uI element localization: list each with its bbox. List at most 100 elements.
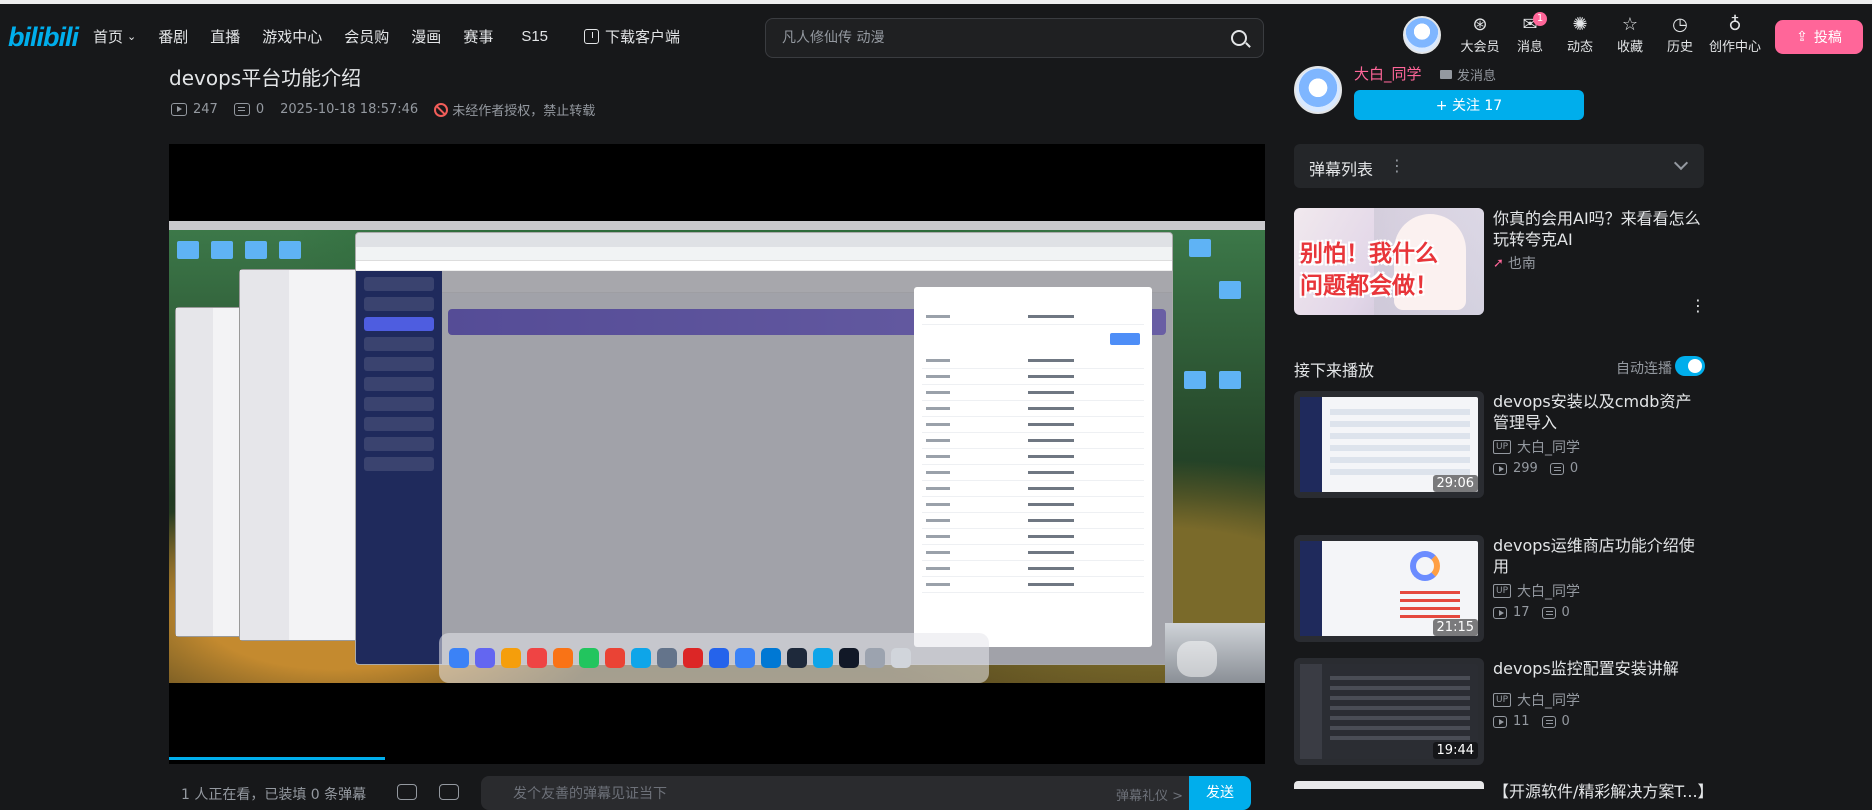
upload-icon: ⇪ <box>1796 29 1808 45</box>
recommend-item[interactable]: 19:44 devops监控配置安装讲解 UP 大白_同学 11 0 <box>1294 658 1704 768</box>
recommend-item[interactable]: 29:06 devops安装以及cmdb资产管理导入 UP 大白_同学 299 … <box>1294 391 1704 501</box>
nav-bangumi[interactable]: 番剧 <box>158 26 188 47</box>
danmaku-list-panel[interactable]: 弹幕列表 ⋮ <box>1294 144 1704 188</box>
video-player[interactable] <box>169 144 1265 764</box>
dynamic-icon: ✺ <box>1572 14 1588 35</box>
recommend-stats: 17 0 <box>1493 605 1570 620</box>
recommend-thumbnail[interactable]: 29:06 <box>1294 391 1484 498</box>
recommend-author[interactable]: UP 大白_同学 <box>1493 581 1580 601</box>
search-icon[interactable] <box>1231 30 1247 46</box>
video-frame[interactable] <box>169 221 1265 683</box>
ad-source-name: 也南 <box>1507 256 1536 272</box>
ad-source[interactable]: ➚ 也南 <box>1493 253 1536 273</box>
recommend-author[interactable]: UP 大白_同学 <box>1493 690 1580 710</box>
nav-manga[interactable]: 漫画 <box>411 26 441 47</box>
folder-icon <box>1189 239 1211 257</box>
recommend-thumbnail-partial[interactable] <box>1294 781 1484 789</box>
danmaku-count: 0 <box>233 102 264 117</box>
header-message[interactable]: ✉ 1 消息 <box>1505 12 1555 55</box>
recommend-title[interactable]: devops安装以及cmdb资产管理导入 <box>1493 391 1703 433</box>
folder-icon <box>245 241 267 259</box>
follow-button[interactable]: + 关注 17 <box>1354 90 1584 120</box>
danmaku-etiquette-link[interactable]: 弹幕礼仪 > <box>1116 785 1183 804</box>
header-icon-group: ⊛ 大会员 ✉ 1 消息 ✺ 动态 ☆ 收藏 ◷ 历史 ♁ 创作中心 <box>1455 12 1765 55</box>
video-duration: 19:44 <box>1432 742 1478 759</box>
bilibili-logo[interactable]: bilibili <box>8 22 79 53</box>
recommend-danmaku: 0 <box>1569 461 1579 476</box>
recommend-title[interactable]: devops监控配置安装讲解 <box>1493 658 1703 679</box>
nav-home-label: 首页 <box>93 28 124 46</box>
recommend-thumbnail[interactable]: 21:15 <box>1294 535 1484 642</box>
folder-icon <box>1184 371 1206 389</box>
chevron-down-icon: ⌄ <box>127 30 137 43</box>
header-favorites-label: 收藏 <box>1616 40 1643 55</box>
download-icon <box>584 29 600 44</box>
folder-icon <box>211 241 233 259</box>
rocket-icon: ➚ <box>1493 255 1504 271</box>
more-icon[interactable]: ⋮ <box>1389 156 1405 175</box>
recommend-author[interactable]: UP 大白_同学 <box>1493 437 1580 457</box>
up-next-label: 接下来播放 <box>1294 361 1375 380</box>
play-count-icon <box>1493 715 1507 728</box>
view-count-value: 247 <box>193 102 218 117</box>
nav-download-label: 下载客户端 <box>605 28 681 46</box>
header-history[interactable]: ◷ 历史 <box>1655 14 1705 55</box>
danmaku-count-icon <box>1549 462 1564 475</box>
message-badge: 1 <box>1533 12 1547 26</box>
view-count: 247 <box>171 102 218 117</box>
ad-title[interactable]: 你真的会用AI吗？来看看怎么玩转夸克AI <box>1493 208 1703 250</box>
header-dynamic[interactable]: ✺ 动态 <box>1555 14 1605 55</box>
nav-live[interactable]: 直播 <box>210 26 240 47</box>
send-message-link[interactable]: 发消息 <box>1440 65 1496 84</box>
ad-more-icon[interactable]: ⋮ <box>1690 296 1706 315</box>
header-history-label: 历史 <box>1666 40 1693 55</box>
detail-drawer <box>914 287 1152 647</box>
upload-label: 投稿 <box>1813 30 1842 46</box>
video-title: devops平台功能介绍 <box>169 66 362 90</box>
recommend-title[interactable]: devops运维商店功能介绍使用 <box>1493 535 1703 577</box>
recommend-thumbnail[interactable]: 19:44 <box>1294 658 1484 765</box>
danmaku-toggle-icon[interactable] <box>397 784 417 800</box>
play-count-icon <box>1493 462 1507 475</box>
upload-button[interactable]: ⇪ 投稿 <box>1775 20 1863 54</box>
ad-thumbnail[interactable]: 别怕！我什么问题都会做！ <box>1294 208 1484 315</box>
recommend-stats: 11 0 <box>1493 714 1570 729</box>
video-meta: 247 0 2025-10-18 18:57:46 未经作者授权，禁止转载 <box>171 100 611 119</box>
bulb-icon: ♁ <box>1728 14 1742 35</box>
no-repost-icon <box>434 102 449 117</box>
browser-window <box>355 232 1173 665</box>
header-vip[interactable]: ⊛ 大会员 <box>1455 14 1505 55</box>
folder-icon <box>1219 281 1241 299</box>
nav-mall[interactable]: 会员购 <box>344 26 389 47</box>
nav-esports[interactable]: 赛事 <box>463 26 493 47</box>
nav-s15[interactable]: S15 <box>521 28 548 45</box>
user-avatar[interactable] <box>1403 16 1441 54</box>
copyright-notice: 未经作者授权，禁止转载 <box>434 100 595 119</box>
danmaku-settings-icon[interactable] <box>439 784 459 800</box>
autoplay-toggle[interactable] <box>1675 356 1705 376</box>
mail-icon <box>1440 70 1452 79</box>
uploader-name[interactable]: 大白_同学 <box>1354 63 1422 84</box>
recommend-title-partial[interactable]: 【开源软件/精彩解决方案T...】 <box>1493 778 1714 802</box>
danmaku-count-icon <box>233 103 250 116</box>
chevron-down-icon[interactable] <box>1673 155 1689 171</box>
search-input[interactable] <box>780 19 1200 57</box>
ad-thumbnail-text: 别怕！我什么问题都会做！ <box>1300 241 1438 299</box>
header-creator-center[interactable]: ♁ 创作中心 <box>1705 14 1765 55</box>
uploader-avatar[interactable] <box>1294 66 1342 114</box>
progress-strip <box>169 757 385 760</box>
header-favorites[interactable]: ☆ 收藏 <box>1605 14 1655 55</box>
nav-game-center[interactable]: 游戏中心 <box>262 26 322 47</box>
nav-download-client[interactable]: 下载客户端 <box>584 26 680 47</box>
nav-home[interactable]: 首页 ⌄ <box>93 26 136 47</box>
send-danmaku-button[interactable]: 发送 <box>1189 776 1251 810</box>
app-sidebar <box>356 271 442 664</box>
player-send-bar: 1 人正在看，已装填 0 条弹幕 弹幕礼仪 > 发送 <box>169 770 1265 810</box>
header: bilibili 首页 ⌄ 番剧 直播 游戏中心 会员购 漫画 赛事 S15 下… <box>0 4 1872 68</box>
header-dynamic-label: 动态 <box>1566 40 1593 55</box>
recommend-views: 11 <box>1513 714 1530 729</box>
recommend-views: 299 <box>1513 461 1538 476</box>
danmaku-input[interactable] <box>511 784 1071 804</box>
online-count: 1 人正在看，已装填 0 条弹幕 <box>181 787 367 803</box>
recommend-item[interactable]: 21:15 devops运维商店功能介绍使用 UP 大白_同学 17 0 <box>1294 535 1704 645</box>
